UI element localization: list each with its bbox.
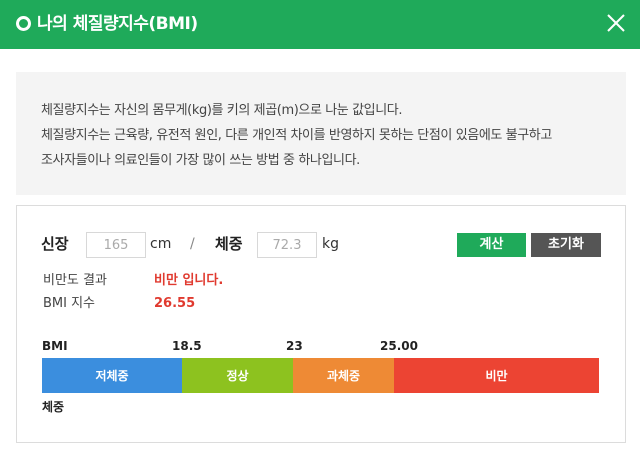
- scale-bmi-label: BMI: [42, 339, 68, 353]
- height-label: 신장: [41, 235, 69, 253]
- description-line: 조사자들이나 의료인들이 가장 많이 쓰는 방법 중 하나입니다.: [41, 153, 360, 168]
- segment-obese: 비만: [394, 358, 599, 393]
- result-status-value: 비만 입니다.: [154, 273, 224, 288]
- description-line: 체질량지수는 근육량, 유전적 원인, 다른 개인적 차이를 반영하지 못하는 …: [41, 128, 552, 143]
- weight-input[interactable]: [257, 232, 317, 258]
- calculator-panel: 신장 cm / 체중 kg 계산 초기화 비만도 결과 비만 입니다. BMI …: [16, 205, 626, 443]
- close-button[interactable]: [604, 11, 628, 35]
- segment-underweight: 저체중: [42, 358, 182, 393]
- separator: /: [190, 236, 195, 252]
- height-unit: cm: [150, 236, 172, 252]
- calculate-button[interactable]: 계산: [457, 233, 526, 257]
- scale-threshold: 18.5: [172, 339, 202, 353]
- close-icon: [607, 14, 625, 32]
- segment-normal: 정상: [182, 358, 293, 393]
- scale-weight-label: 체중: [42, 400, 65, 414]
- result-status-label: 비만도 결과: [43, 273, 107, 288]
- description-line: 체질량지수는 자신의 몸무게(kg)를 키의 제곱(m)으로 나눈 값입니다.: [41, 103, 403, 118]
- description-box: 체질량지수는 자신의 몸무게(kg)를 키의 제곱(m)으로 나눈 값입니다. …: [16, 72, 626, 195]
- scale-threshold: 25.00: [380, 339, 418, 353]
- circle-icon: [16, 16, 31, 31]
- bmi-index-value: 26.55: [154, 296, 196, 311]
- segment-overweight: 과체중: [293, 358, 394, 393]
- scale-threshold: 23: [286, 339, 303, 353]
- height-input[interactable]: [86, 232, 146, 258]
- bmi-scale-bar: 저체중 정상 과체중 비만: [42, 358, 599, 393]
- header-bar: 나의 체질량지수(BMI): [0, 0, 640, 49]
- page-title: 나의 체질량지수(BMI): [37, 14, 198, 34]
- reset-button[interactable]: 초기화: [531, 233, 601, 257]
- weight-unit: kg: [322, 236, 339, 252]
- bmi-index-label: BMI 지수: [43, 296, 96, 311]
- weight-label: 체중: [215, 235, 243, 253]
